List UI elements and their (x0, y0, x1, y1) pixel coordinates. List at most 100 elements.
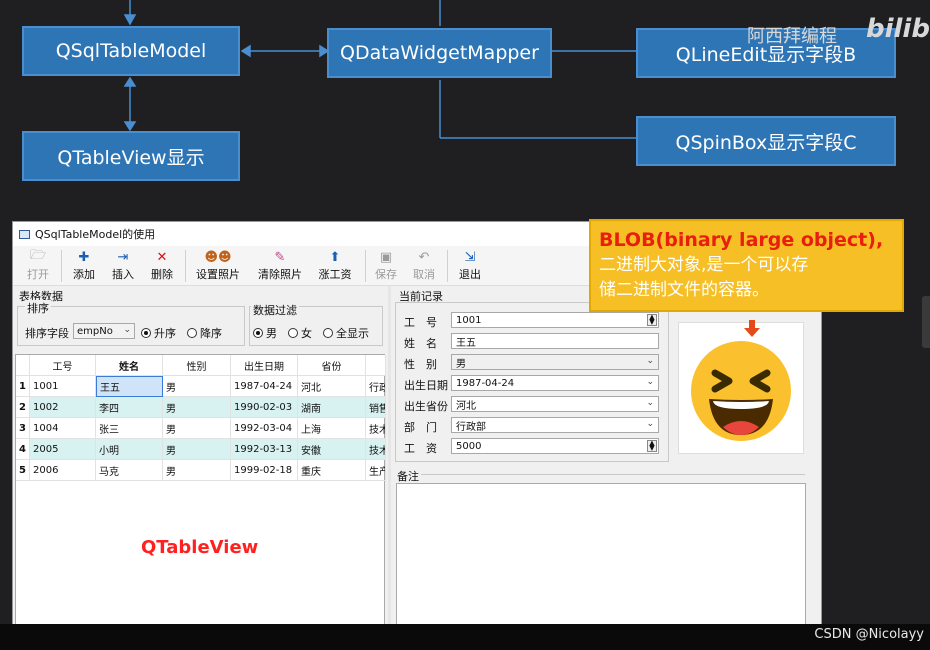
sex-select[interactable]: 男 ⌄ (451, 354, 659, 370)
cell-empno[interactable]: 2006 (30, 460, 96, 481)
memo-textarea[interactable] (396, 483, 806, 630)
employee-table[interactable]: 工号 姓名 性别 出生日期 省份 1 1001 王五 男 1987-04-24 … (15, 354, 386, 630)
header-name[interactable]: 姓名 (96, 355, 163, 376)
row-number: 1 (16, 376, 30, 397)
app-icon (19, 229, 30, 239)
delete-button[interactable]: ✕ 删除 (147, 248, 177, 284)
toolbar-separator (185, 250, 186, 282)
add-button[interactable]: ✚ 添加 (69, 248, 99, 284)
salary-spinbox[interactable]: 5000 ▲ ▼ (451, 438, 659, 454)
province-label: 出生省份 (404, 400, 448, 413)
cell-province[interactable]: 上海 (298, 418, 366, 439)
chevron-down-icon: ⌄ (646, 419, 654, 429)
header-sex[interactable]: 性别 (163, 355, 231, 376)
cell-dept[interactable]: 技术 (366, 439, 386, 460)
birth-date-edit[interactable]: 1987-04-24 ⌄ (451, 375, 659, 391)
toolbar-separator (365, 250, 366, 282)
save-button[interactable]: ▣ 保存 (371, 248, 401, 284)
cell-dept[interactable]: 行政 (366, 376, 386, 397)
table-row[interactable]: 3 1004 张三 男 1992-03-04 上海 技术 (16, 418, 386, 439)
set-photo-button[interactable]: ☻☻ 设置照片 (193, 248, 243, 284)
header-province[interactable]: 省份 (298, 355, 366, 376)
female-radio[interactable]: 女 (288, 325, 312, 341)
cell-birth[interactable]: 1990-02-03 (231, 397, 298, 418)
cell-dept[interactable]: 销售 (366, 397, 386, 418)
cell-name[interactable]: 马克 (96, 460, 163, 481)
chevron-down-icon: ⌄ (646, 377, 654, 387)
cell-sex[interactable]: 男 (163, 418, 231, 439)
cell-birth[interactable]: 1999-02-18 (231, 460, 298, 481)
blob-annotation-line3: 储二进制文件的容器。 (599, 280, 769, 300)
bilibili-logo: bilibili (866, 14, 930, 44)
cell-empno[interactable]: 1001 (30, 376, 96, 397)
sort-field-select[interactable]: empNo ⌄ (73, 323, 135, 339)
insert-button[interactable]: ⇥ 插入 (108, 248, 138, 284)
cell-province[interactable]: 湖南 (298, 397, 366, 418)
radio-unchecked-icon (187, 328, 197, 338)
blob-annotation: BLOB(binary large object), 二进制大对象,是一个可以存… (589, 219, 904, 312)
empno-spinbox[interactable]: 1001 ▲ ▼ (451, 312, 659, 328)
cell-sex[interactable]: 男 (163, 439, 231, 460)
plus-icon: ✚ (78, 249, 90, 265)
cell-empno[interactable]: 1002 (30, 397, 96, 418)
cell-sex[interactable]: 男 (163, 397, 231, 418)
cell-empno[interactable]: 2005 (30, 439, 96, 460)
table-row[interactable]: 5 2006 马克 男 1999-02-18 重庆 生产 (16, 460, 386, 481)
memo-label: 备注 (397, 470, 419, 483)
dept-select[interactable]: 行政部 ⌄ (451, 417, 659, 433)
folder-icon: 🗁 (29, 248, 47, 263)
province-select[interactable]: 河北 ⌄ (451, 396, 659, 412)
cell-name[interactable]: 王五 (96, 376, 163, 397)
cancel-button[interactable]: ↶ 取消 (409, 248, 439, 284)
birth-label: 出生日期 (404, 379, 448, 392)
cell-birth[interactable]: 1992-03-04 (231, 418, 298, 439)
table-row[interactable]: 4 2005 小明 男 1992-03-13 安徽 技术 (16, 439, 386, 460)
clear-photo-button[interactable]: ✎ 清除照片 (255, 248, 305, 284)
dept-label: 部 门 (404, 421, 437, 434)
table-header: 工号 姓名 性别 出生日期 省份 (16, 355, 386, 376)
cell-dept[interactable]: 生产 (366, 460, 386, 481)
splitter[interactable] (388, 286, 391, 630)
cell-name[interactable]: 张三 (96, 418, 163, 439)
exit-button[interactable]: ⇲ 退出 (455, 248, 485, 284)
cell-province[interactable]: 河北 (298, 376, 366, 397)
desc-radio[interactable]: 降序 (187, 325, 222, 341)
cell-empno[interactable]: 1004 (30, 418, 96, 439)
all-radio[interactable]: 全显示 (323, 325, 369, 341)
cell-province[interactable]: 安徽 (298, 439, 366, 460)
down-arrow-icon (744, 320, 760, 337)
spin-arrows-icon[interactable]: ▲ ▼ (647, 314, 657, 326)
name-field[interactable]: 王五 (451, 333, 659, 349)
delete-x-icon: ✕ (156, 249, 168, 265)
raise-salary-button[interactable]: ⬆ 涨工资 (315, 248, 355, 284)
open-button[interactable]: 🗁 打开 (23, 248, 53, 284)
bottom-bar (0, 624, 930, 650)
header-empno[interactable]: 工号 (30, 355, 96, 376)
cell-birth[interactable]: 1992-03-13 (231, 439, 298, 460)
sort-field-label: 排序字段 (25, 327, 69, 340)
cell-province[interactable]: 重庆 (298, 460, 366, 481)
cell-sex[interactable]: 男 (163, 460, 231, 481)
cell-name[interactable]: 李四 (96, 397, 163, 418)
row-number: 5 (16, 460, 30, 481)
header-birth[interactable]: 出生日期 (231, 355, 298, 376)
window-title: QSqlTableModel的使用 (35, 228, 156, 241)
spin-arrows-icon[interactable]: ▲ ▼ (647, 440, 657, 452)
blob-annotation-title: BLOB(binary large object), (599, 229, 884, 251)
table-row[interactable]: 2 1002 李四 男 1990-02-03 湖南 销售 (16, 397, 386, 418)
asc-radio[interactable]: 升序 (141, 325, 176, 341)
cell-birth[interactable]: 1987-04-24 (231, 376, 298, 397)
radio-unchecked-icon (288, 328, 298, 338)
cell-sex[interactable]: 男 (163, 376, 231, 397)
sex-label: 性 别 (404, 358, 437, 371)
model-box: QSqlTableModel (22, 26, 240, 76)
chevron-down-icon: ⌄ (123, 325, 131, 335)
up-arrow-icon: ⬆ (329, 249, 341, 265)
male-radio[interactable]: 男 (253, 325, 277, 341)
cell-name[interactable]: 小明 (96, 439, 163, 460)
cell-dept[interactable]: 技术 (366, 418, 386, 439)
header-dept[interactable] (366, 355, 386, 376)
right-edge-panel (922, 296, 930, 348)
table-row[interactable]: 1 1001 王五 男 1987-04-24 河北 行政 (16, 376, 386, 397)
insert-row-icon: ⇥ (117, 249, 129, 265)
